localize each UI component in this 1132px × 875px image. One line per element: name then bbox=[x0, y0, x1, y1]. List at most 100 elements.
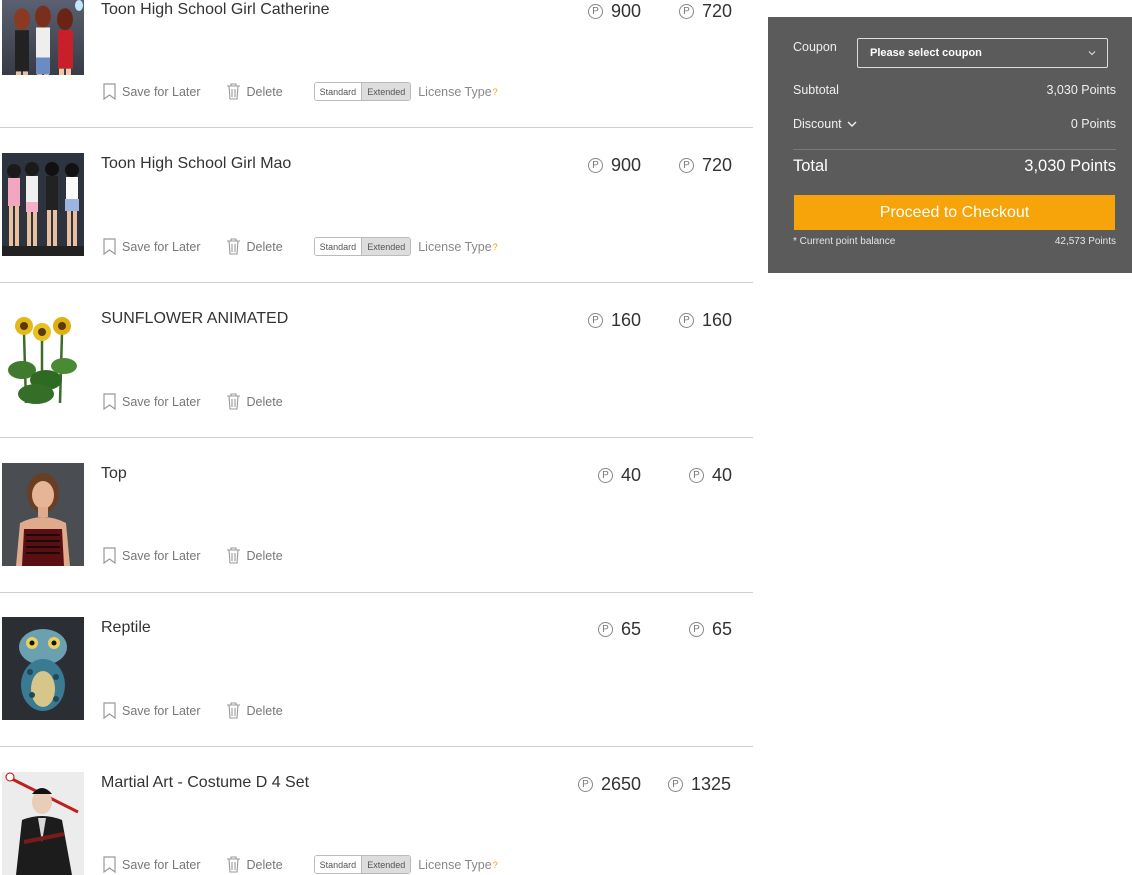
product-thumbnail[interactable] bbox=[2, 308, 84, 411]
coupon-select[interactable]: Please select coupon bbox=[857, 38, 1108, 68]
proceed-to-checkout-button[interactable]: Proceed to Checkout bbox=[794, 195, 1115, 230]
delete-button[interactable]: Delete bbox=[226, 393, 283, 410]
item-actions: Save for Later Delete Standard Extended … bbox=[103, 855, 498, 874]
trash-icon bbox=[226, 702, 240, 719]
cart-item: Toon High School Girl Mao P 900 P 720 Save… bbox=[0, 128, 753, 283]
points-icon: P bbox=[679, 158, 694, 173]
product-name[interactable]: Toon High School Girl Catherine bbox=[101, 1, 330, 19]
coupon-label: Coupon bbox=[793, 40, 837, 54]
product-thumbnail[interactable] bbox=[2, 617, 84, 720]
points-icon: P bbox=[689, 622, 704, 637]
subtotal-row: Subtotal 3,030 Points bbox=[793, 83, 1116, 97]
cart-item: SUNFLOWER ANIMATED P 160 P 160 Save for La… bbox=[0, 283, 753, 438]
original-price: P 160 bbox=[588, 310, 641, 331]
license-type-label: License Type bbox=[418, 857, 492, 872]
delete-button[interactable]: Delete bbox=[226, 547, 283, 564]
final-price: P 40 bbox=[689, 465, 732, 486]
subtotal-label: Subtotal bbox=[793, 83, 839, 97]
points-icon: P bbox=[588, 158, 603, 173]
license-extended-option[interactable]: Extended bbox=[361, 83, 411, 100]
cart-item: Toon High School Girl Catherine P 900 P 72… bbox=[0, 0, 753, 128]
delete-button[interactable]: Delete bbox=[226, 238, 283, 255]
points-icon: P bbox=[689, 468, 704, 483]
license-type-label: License Type bbox=[418, 239, 492, 254]
points-icon: P bbox=[598, 468, 613, 483]
original-price: P 40 bbox=[598, 465, 641, 486]
item-actions: Save for Later Delete bbox=[103, 547, 283, 564]
license-type-label: License Type bbox=[418, 84, 492, 99]
product-name[interactable]: Martial Art - Costume D 4 Set bbox=[101, 774, 309, 792]
total-value: 3,030 Points bbox=[1024, 157, 1116, 175]
save-for-later-button[interactable]: Save for Later bbox=[103, 702, 201, 719]
license-help-link[interactable]: ? bbox=[493, 860, 498, 870]
license-standard-option[interactable]: Standard bbox=[314, 856, 362, 873]
point-balance-value: 42,573 Points bbox=[1054, 236, 1116, 247]
points-icon: P bbox=[588, 4, 603, 19]
trash-icon bbox=[226, 83, 240, 100]
cart-item: Martial Art - Costume D 4 Set P 2650 P 132… bbox=[0, 747, 753, 875]
bookmark-icon bbox=[103, 702, 116, 719]
discount-value: 0 Points bbox=[1070, 117, 1116, 131]
bookmark-icon bbox=[103, 238, 116, 255]
save-for-later-button[interactable]: Save for Later bbox=[103, 393, 201, 410]
license-type-selector: Standard Extended License Type? bbox=[313, 82, 498, 101]
license-toggle: Standard Extended bbox=[313, 82, 412, 101]
product-name[interactable]: Top bbox=[101, 465, 127, 483]
final-price: P 720 bbox=[679, 1, 732, 22]
original-price: P 900 bbox=[588, 155, 641, 176]
save-for-later-button[interactable]: Save for Later bbox=[103, 83, 201, 100]
delete-button[interactable]: Delete bbox=[226, 702, 283, 719]
product-thumbnail[interactable] bbox=[2, 0, 84, 75]
discount-toggle[interactable]: Discount bbox=[793, 117, 858, 131]
total-label: Total bbox=[793, 157, 828, 175]
original-price: P 65 bbox=[598, 619, 641, 640]
points-icon: P bbox=[679, 313, 694, 328]
product-name[interactable]: Toon High School Girl Mao bbox=[101, 155, 291, 173]
cart-item: Reptile P 65 P 65 Save for Later Delete bbox=[0, 592, 753, 747]
license-type-selector: Standard Extended License Type? bbox=[313, 855, 498, 874]
license-help-link[interactable]: ? bbox=[493, 87, 498, 97]
save-for-later-button[interactable]: Save for Later bbox=[103, 238, 201, 255]
discount-row: Discount 0 Points bbox=[793, 117, 1116, 131]
license-standard-option[interactable]: Standard bbox=[314, 83, 362, 100]
product-thumbnail[interactable] bbox=[2, 153, 84, 256]
product-thumbnail[interactable] bbox=[2, 772, 84, 875]
discount-label: Discount bbox=[793, 117, 842, 131]
final-price: P 65 bbox=[689, 619, 732, 640]
license-extended-option[interactable]: Extended bbox=[361, 238, 411, 255]
license-standard-option[interactable]: Standard bbox=[314, 238, 362, 255]
trash-icon bbox=[226, 547, 240, 564]
chevron-down-icon bbox=[1088, 51, 1096, 56]
bookmark-icon bbox=[103, 547, 116, 564]
final-price: P 720 bbox=[679, 155, 732, 176]
delete-button[interactable]: Delete bbox=[226, 856, 283, 873]
save-for-later-button[interactable]: Save for Later bbox=[103, 547, 201, 564]
points-icon: P bbox=[668, 777, 683, 792]
original-price: P 900 bbox=[588, 1, 641, 22]
summary-divider bbox=[793, 149, 1116, 150]
license-type-selector: Standard Extended License Type? bbox=[313, 237, 498, 256]
license-toggle: Standard Extended bbox=[313, 855, 412, 874]
bookmark-icon bbox=[103, 83, 116, 100]
delete-button[interactable]: Delete bbox=[226, 83, 283, 100]
point-balance-label: * Current point balance bbox=[793, 236, 896, 247]
trash-icon bbox=[226, 856, 240, 873]
bookmark-icon bbox=[103, 856, 116, 873]
product-thumbnail[interactable] bbox=[2, 463, 84, 566]
item-actions: Save for Later Delete bbox=[103, 702, 283, 719]
license-toggle: Standard Extended bbox=[313, 237, 412, 256]
points-icon: P bbox=[679, 4, 694, 19]
product-name[interactable]: Reptile bbox=[101, 619, 151, 637]
final-price: P 160 bbox=[679, 310, 732, 331]
save-for-later-button[interactable]: Save for Later bbox=[103, 856, 201, 873]
coupon-select-value: Please select coupon bbox=[870, 47, 982, 59]
product-name[interactable]: SUNFLOWER ANIMATED bbox=[101, 310, 288, 328]
license-extended-option[interactable]: Extended bbox=[361, 856, 411, 873]
points-icon: P bbox=[598, 622, 613, 637]
license-help-link[interactable]: ? bbox=[493, 242, 498, 252]
subtotal-value: 3,030 Points bbox=[1046, 83, 1117, 97]
item-actions: Save for Later Delete Standard Extended … bbox=[103, 82, 498, 101]
final-price: P 1325 bbox=[668, 774, 731, 795]
trash-icon bbox=[226, 238, 240, 255]
points-icon: P bbox=[578, 777, 593, 792]
